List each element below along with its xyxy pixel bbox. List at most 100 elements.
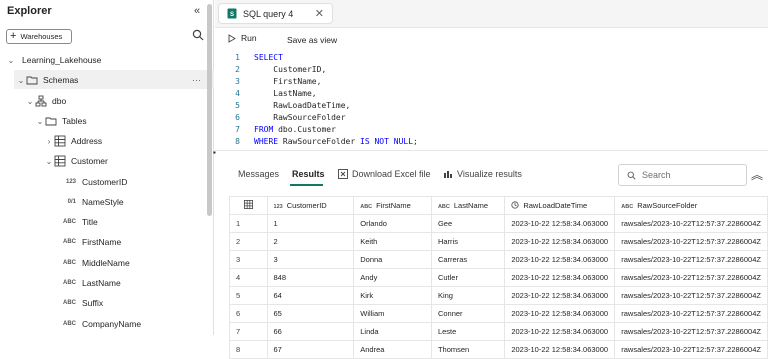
table-cell[interactable]: Keith bbox=[353, 232, 432, 251]
column-item[interactable]: ABC MiddleName bbox=[60, 254, 130, 272]
column-header[interactable]: ABC RawSourceFolder bbox=[614, 196, 768, 215]
table-row[interactable]: 8 67 Andrea Thomsen 2023-10-22 12:58:34.0630… bbox=[229, 340, 768, 359]
table-row[interactable]: 5 64 Kirk King 2023-10-22 12:58:34.063000 raw… bbox=[229, 286, 768, 305]
table-cell[interactable]: Orlando bbox=[353, 214, 432, 233]
table-row[interactable]: 2 2 Keith Harris 2023-10-22 12:58:34.063000 r… bbox=[229, 232, 768, 251]
table-row[interactable]: 4 848 Andy Cutler 2023-10-22 12:58:34.063000… bbox=[229, 268, 768, 287]
row-number-cell[interactable]: 1 bbox=[229, 214, 268, 233]
column-item[interactable]: 0/1 NameStyle bbox=[60, 193, 124, 211]
table-row[interactable]: 7 66 Linda Leste 2023-10-22 12:58:34.063000 r… bbox=[229, 322, 768, 341]
row-number-cell[interactable]: 8 bbox=[229, 340, 268, 359]
table-cell[interactable]: 2023-10-22 12:58:34.063000 bbox=[504, 232, 616, 251]
tab-messages[interactable]: Messages bbox=[238, 169, 279, 179]
table-cell[interactable]: 2023-10-22 12:58:34.063000 bbox=[504, 268, 616, 287]
row-number-cell[interactable]: 4 bbox=[229, 268, 268, 287]
table-cell[interactable]: King bbox=[430, 286, 506, 305]
table-cell[interactable]: rawsales/2023-10-22T12:57:37.2286004Z bbox=[614, 322, 768, 341]
tab-results[interactable]: Results bbox=[292, 169, 325, 179]
table-cell[interactable]: 1 bbox=[266, 214, 355, 233]
header-label: RawSourceFolder bbox=[637, 201, 698, 210]
row-number-cell[interactable]: 3 bbox=[229, 250, 268, 269]
table-cell[interactable]: 2023-10-22 12:58:34.063000 bbox=[504, 286, 616, 305]
column-type-icon: ABC bbox=[63, 239, 76, 245]
chevron-right-icon: › bbox=[47, 136, 51, 146]
table-cell[interactable]: 66 bbox=[266, 322, 355, 341]
table-cell[interactable]: Carreras bbox=[430, 250, 506, 269]
table-cell[interactable]: William bbox=[353, 304, 432, 323]
table-body: 1 1 Orlando Gee 2023-10-22 12:58:34.063000 ra… bbox=[229, 214, 768, 359]
visualize-results-button[interactable]: Visualize results bbox=[443, 169, 522, 179]
table-cell[interactable]: Conner bbox=[430, 304, 506, 323]
table-cell[interactable]: rawsales/2023-10-22T12:57:37.2286004Z bbox=[614, 340, 768, 359]
tab-sql-query[interactable]: S SQL query 4 ✕ bbox=[218, 3, 333, 24]
table-cell[interactable]: 2023-10-22 12:58:34.063000 bbox=[504, 340, 616, 359]
sql-file-icon: S bbox=[227, 8, 237, 19]
table-cell[interactable]: rawsales/2023-10-22T12:57:37.2286004Z bbox=[614, 214, 768, 233]
table-cell[interactable]: Donna bbox=[353, 250, 432, 269]
search-icon[interactable] bbox=[192, 29, 204, 41]
table-cell[interactable]: rawsales/2023-10-22T12:57:37.2286004Z bbox=[614, 250, 768, 269]
save-as-view-button[interactable]: Save as view bbox=[287, 35, 337, 45]
collapse-pane-icon[interactable]: « bbox=[194, 5, 200, 17]
results-search-input[interactable]: Search bbox=[618, 164, 747, 186]
add-warehouses-button[interactable]: + Warehouses bbox=[6, 29, 72, 44]
run-button[interactable]: Run bbox=[228, 33, 257, 43]
more-options-icon[interactable]: ··· bbox=[192, 75, 201, 85]
row-number-cell[interactable]: 7 bbox=[229, 322, 268, 341]
table-cell[interactable]: Andrea bbox=[353, 340, 432, 359]
tree-item-lakehouse[interactable]: ⌄ Learning_Lakehouse bbox=[6, 51, 102, 69]
table-cell[interactable]: Linda bbox=[353, 322, 432, 341]
table-cell[interactable]: rawsales/2023-10-22T12:57:37.2286004Z bbox=[614, 304, 768, 323]
table-cell[interactable]: 2023-10-22 12:58:34.063000 bbox=[504, 214, 616, 233]
column-item[interactable]: ABC Suffix bbox=[60, 294, 103, 312]
table-cell[interactable]: Kirk bbox=[353, 286, 432, 305]
table-row[interactable]: 6 65 William Conner 2023-10-22 12:58:34.0630… bbox=[229, 304, 768, 323]
table-cell[interactable]: rawsales/2023-10-22T12:57:37.2286004Z bbox=[614, 232, 768, 251]
column-item[interactable]: ABC LastName bbox=[60, 274, 121, 292]
column-header[interactable]: ABC FirstName bbox=[353, 196, 432, 215]
table-cell[interactable]: 67 bbox=[266, 340, 355, 359]
table-cell[interactable]: Andy bbox=[353, 268, 432, 287]
table-row[interactable]: 1 1 Orlando Gee 2023-10-22 12:58:34.063000 ra… bbox=[229, 214, 768, 233]
table-cell[interactable]: 2023-10-22 12:58:34.063000 bbox=[504, 322, 616, 341]
tree-item-tables[interactable]: ⌄ Tables bbox=[35, 112, 87, 130]
column-header[interactable]: RawLoadDateTime bbox=[504, 196, 616, 215]
table-cell[interactable]: Thomsen bbox=[430, 340, 506, 359]
table-cell[interactable]: 848 bbox=[266, 268, 355, 287]
column-item[interactable]: ABC Title bbox=[60, 213, 98, 231]
pane-splitter[interactable] bbox=[215, 150, 768, 155]
column-header[interactable]: 123 CustomerID bbox=[266, 196, 355, 215]
row-number-cell[interactable]: 5 bbox=[229, 286, 268, 305]
row-number-cell[interactable]: 6 bbox=[229, 304, 268, 323]
splitter-handle-icon[interactable]: ▪ bbox=[213, 148, 216, 157]
table-cell[interactable]: 64 bbox=[266, 286, 355, 305]
explorer-scrollbar[interactable] bbox=[207, 4, 212, 216]
table-cell[interactable]: Harris bbox=[430, 232, 506, 251]
code-line: FROM dbo.Customer bbox=[254, 125, 336, 134]
tree-item-dbo[interactable]: ⌄ dbo bbox=[25, 92, 66, 110]
table-cell[interactable]: 65 bbox=[266, 304, 355, 323]
select-all-cell[interactable] bbox=[229, 196, 268, 215]
column-header[interactable]: ABC LastName bbox=[430, 196, 506, 215]
collapse-results-icon[interactable]: ︽ bbox=[751, 166, 763, 183]
tree-item-address[interactable]: › Address bbox=[44, 132, 102, 150]
column-item[interactable]: ABC CompanyName bbox=[60, 315, 141, 333]
table-row[interactable]: 3 3 Donna Carreras 2023-10-22 12:58:34.06300… bbox=[229, 250, 768, 269]
table-cell[interactable]: 2023-10-22 12:58:34.063000 bbox=[504, 304, 616, 323]
column-item[interactable]: 123 CustomerID bbox=[60, 173, 127, 191]
download-excel-button[interactable]: Download Excel file bbox=[338, 169, 431, 179]
table-cell[interactable]: rawsales/2023-10-22T12:57:37.2286004Z bbox=[614, 268, 768, 287]
table-cell[interactable]: rawsales/2023-10-22T12:57:37.2286004Z bbox=[614, 286, 768, 305]
code-line: RawSourceFolder bbox=[273, 113, 346, 122]
row-number-cell[interactable]: 2 bbox=[229, 232, 268, 251]
tree-item-customer[interactable]: ⌄ Customer bbox=[44, 152, 108, 170]
table-cell[interactable]: 3 bbox=[266, 250, 355, 269]
table-cell[interactable]: 2 bbox=[266, 232, 355, 251]
tree-item-schemas[interactable]: ⌄ Schemas bbox=[16, 71, 79, 89]
table-cell[interactable]: Leste bbox=[430, 322, 506, 341]
column-item[interactable]: ABC FirstName bbox=[60, 233, 121, 251]
close-icon[interactable]: ✕ bbox=[315, 7, 324, 20]
table-cell[interactable]: Gee bbox=[430, 214, 506, 233]
table-cell[interactable]: 2023-10-22 12:58:34.063000 bbox=[504, 250, 616, 269]
table-cell[interactable]: Cutler bbox=[430, 268, 506, 287]
